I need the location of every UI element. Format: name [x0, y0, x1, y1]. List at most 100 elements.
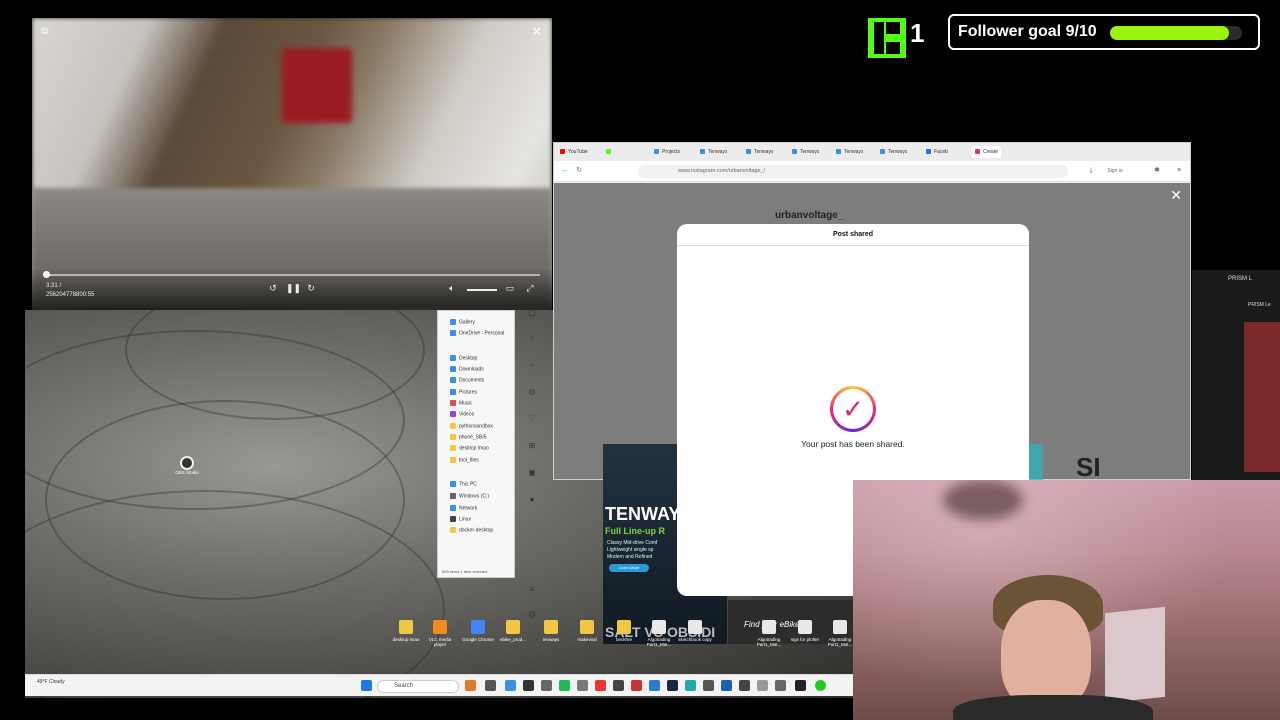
explorer-item[interactable]: Videos [450, 411, 474, 417]
ad-learn-more-button[interactable]: Learn More [609, 564, 649, 572]
close-icon[interactable]: ✕ [530, 25, 544, 39]
more-icon[interactable]: ≡ [527, 585, 537, 595]
url-input[interactable]: www.instagram.com/urbanvoltage_/ [638, 165, 1068, 178]
explorer-item[interactable]: desktop lmao [450, 445, 489, 451]
instagram-logo-icon[interactable]: ▢ [527, 308, 537, 318]
spotify-icon[interactable] [559, 680, 570, 691]
fullscreen-icon[interactable]: ⤢ [524, 282, 536, 294]
profile-icon[interactable]: ● [527, 495, 537, 505]
browser-tab[interactable]: Create [972, 146, 1002, 158]
menu-icon[interactable]: ≡ [1174, 166, 1184, 176]
weather-widget[interactable]: 49°F Cloudy [37, 679, 65, 685]
explorer-item[interactable]: tool_files [450, 457, 479, 463]
app-icon[interactable] [775, 680, 786, 691]
browser-tab[interactable]: Projects [654, 146, 680, 158]
extensions-icon[interactable]: ✱ [1152, 166, 1162, 176]
desktop-icon[interactable]: Algotrading Part1_Mat... [642, 620, 676, 647]
browser-tab[interactable]: Tenways [792, 146, 819, 158]
desktop-icon-label: makeviral [577, 637, 597, 642]
desktop-icon[interactable]: Algotrading Part1_Mat... [823, 620, 857, 647]
desktop-icon[interactable]: tenways [534, 620, 568, 642]
profile-username[interactable]: urbanvoltage_ [775, 210, 843, 221]
steam-icon[interactable] [667, 680, 678, 691]
reload-icon[interactable]: ↻ [574, 166, 584, 176]
explorer-item[interactable]: Desktop [450, 355, 477, 361]
threads-icon[interactable]: @ [527, 610, 537, 620]
explorer-item[interactable]: Music [450, 400, 472, 406]
app-icon[interactable] [541, 680, 552, 691]
task-view-icon[interactable] [485, 680, 496, 691]
browser-tab[interactable]: Faceb [926, 146, 948, 158]
close-modal-icon[interactable]: ✕ [1170, 187, 1182, 204]
forward-icon[interactable]: ↻ [305, 282, 317, 294]
explorer-icon[interactable] [505, 680, 516, 691]
desktop-icon[interactable]: makeviral [570, 620, 604, 642]
rewind-icon[interactable]: ↺ [267, 282, 279, 294]
explore-icon[interactable]: ◎ [527, 387, 537, 397]
start-icon[interactable] [361, 680, 372, 691]
explorer-item[interactable]: Network [450, 505, 477, 511]
create-icon[interactable]: ⊞ [527, 441, 537, 451]
explorer-item[interactable]: This PC [450, 481, 477, 487]
file-explorer-sidebar[interactable]: docker-desktop Linux Network Windows (C:) Th… [437, 310, 515, 578]
app-icon[interactable] [703, 680, 714, 691]
pause-icon[interactable]: ❚❚ [286, 282, 301, 294]
sign-in-button[interactable]: Sign in [1100, 166, 1130, 176]
explorer-item[interactable]: Windows (C:) [450, 493, 489, 499]
explorer-item[interactable]: Linux [450, 516, 471, 522]
explorer-item[interactable]: phone_SB/5 [450, 434, 487, 440]
desktop-icon[interactable]: beckhre [607, 620, 641, 642]
taskbar: 49°F Cloudy Search [25, 674, 855, 696]
explorer-item[interactable]: Gallery [450, 319, 475, 325]
app-icon[interactable] [721, 680, 732, 691]
home-icon[interactable]: ⌂ [527, 333, 537, 343]
widgets-icon[interactable] [465, 680, 476, 691]
obs-studio-desktop-icon[interactable]: OBS Studio [175, 456, 199, 475]
explorer-item[interactable]: Pictures [450, 389, 477, 395]
folder-icon [450, 377, 456, 383]
app-icon[interactable] [577, 680, 588, 691]
video-player-window[interactable]: ⧉ ✕ 3:31 / 256204778800:55 ↺ ❚❚ ↻ 🔈︎ ▭ ⤢ [32, 18, 552, 310]
tab-favicon-icon [654, 149, 659, 155]
app-icon[interactable] [685, 680, 696, 691]
search-icon[interactable]: ⌕ [527, 360, 537, 370]
browser-tab[interactable]: Tenways [746, 146, 773, 158]
app-icon[interactable] [631, 680, 642, 691]
explorer-item[interactable]: Documents [450, 377, 484, 383]
volume-slider[interactable] [467, 289, 497, 291]
browser-tab[interactable]: YouTube [560, 146, 588, 158]
desktop-icon[interactable]: sketchbook copy [678, 620, 712, 642]
video-progress-knob[interactable] [43, 271, 50, 278]
back-icon[interactable]: ← [560, 166, 570, 176]
browser-tab[interactable] [606, 146, 614, 158]
browser-tab[interactable]: Tenways [880, 146, 907, 158]
picture-in-picture-icon[interactable]: ⧉ [38, 25, 52, 39]
desktop-icon[interactable]: Algotrading Part1_Mat... [752, 620, 786, 647]
app-icon[interactable] [523, 680, 534, 691]
download-icon[interactable]: ⤓ [1086, 166, 1096, 176]
desktop-icon[interactable]: desktop lmao [389, 620, 423, 642]
volume-icon[interactable]: 🔈︎ [446, 282, 458, 294]
reels-icon[interactable]: ▣ [527, 468, 537, 478]
captions-icon[interactable]: ▭ [504, 282, 516, 294]
app-icon[interactable] [613, 680, 624, 691]
browser-tab[interactable]: Tenways [700, 146, 727, 158]
taskbar-search[interactable]: Search [377, 680, 459, 693]
explorer-item[interactable]: docker-desktop [450, 527, 493, 533]
desktop-icon[interactable]: VLC media player [423, 620, 457, 647]
video-progress-bar[interactable] [47, 274, 540, 276]
vscode-icon[interactable] [649, 680, 660, 691]
youtube-icon[interactable] [595, 680, 606, 691]
notifications-icon[interactable]: ♡ [527, 414, 537, 424]
app-icon[interactable] [757, 680, 768, 691]
desktop-icon[interactable]: sigs for plotter [788, 620, 822, 642]
app-icon[interactable] [739, 680, 750, 691]
explorer-item[interactable]: pythonsandbox [450, 423, 493, 429]
desktop-icon[interactable]: ebike_prod... [496, 620, 530, 642]
app-icon[interactable] [795, 680, 806, 691]
desktop-icon[interactable]: Google Chrome [461, 620, 495, 642]
app-icon[interactable] [815, 680, 826, 691]
browser-tab[interactable]: Tenways [836, 146, 863, 158]
explorer-item[interactable]: OneDrive - Personal [450, 330, 504, 336]
explorer-item[interactable]: Downloads [450, 366, 484, 372]
